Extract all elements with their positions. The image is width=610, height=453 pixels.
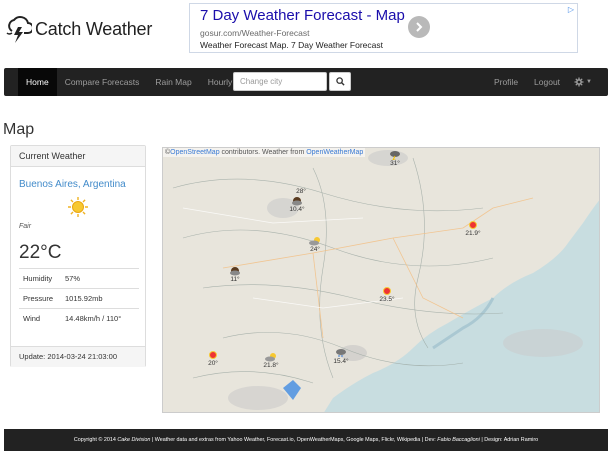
- storm-icon: [390, 151, 400, 160]
- cloud-lightning-icon: [6, 16, 32, 43]
- update-timestamp: Update: 2014-03-24 21:03:00: [11, 346, 145, 367]
- sun-cloud-icon: [265, 353, 276, 362]
- marker-temp: 23.5°: [379, 296, 395, 303]
- map-marker[interactable]: 21.9°: [459, 220, 487, 237]
- humidity-value: 57%: [61, 268, 139, 289]
- page-title: Map: [3, 121, 35, 138]
- settings-dropdown[interactable]: ▼: [568, 68, 598, 96]
- sun-icon: [209, 351, 217, 359]
- humidity-label: Humidity: [19, 268, 61, 289]
- map-marker[interactable]: 10.4°: [283, 196, 311, 213]
- owm-link[interactable]: OpenWeatherMap: [306, 149, 363, 156]
- temperature: 22°C: [19, 242, 62, 263]
- weather-details-table: Humidity 57% Pressure 1015.92mb Wind 14.…: [19, 268, 139, 329]
- footer-copyright: Copyright © 2014: [73, 437, 118, 443]
- marker-temp: 28°: [296, 188, 306, 195]
- ad-description: Weather Forecast Map. 7 Day Weather Fore…: [200, 40, 383, 50]
- moon-cloud-icon: [292, 197, 302, 206]
- sun-icon: [469, 221, 477, 229]
- map-marker[interactable]: 31°: [381, 150, 409, 167]
- main-navbar: Home Compare Forecasts Rain Map Hourly C…: [4, 68, 608, 96]
- marker-temp: 24°: [310, 246, 320, 253]
- ad-title[interactable]: 7 Day Weather Forecast - Map: [200, 7, 405, 24]
- panel-heading: Current Weather: [11, 146, 145, 167]
- condition-text: Fair: [19, 223, 32, 230]
- table-row: Humidity 57%: [19, 268, 139, 289]
- brand-logo[interactable]: Catch Weather: [4, 12, 154, 46]
- nav-rain-map[interactable]: Rain Map: [147, 68, 199, 96]
- rain-icon: [336, 349, 346, 357]
- map-marker[interactable]: 11°: [221, 266, 249, 283]
- pressure-label: Pressure: [19, 288, 61, 309]
- sun-cloud-icon: [309, 237, 320, 246]
- nav-profile[interactable]: Profile: [486, 68, 526, 96]
- footer-credits: | Weather data and extras from Yahoo Wea…: [150, 437, 438, 443]
- search-button[interactable]: [329, 72, 351, 91]
- search-icon: [335, 77, 345, 86]
- map-marker[interactable]: 20°: [199, 350, 227, 367]
- attribution-text: contributors. Weather from: [219, 149, 307, 156]
- footer-design: | Design: Adrian Ramiro: [479, 437, 539, 443]
- adchoices-icon[interactable]: ▷: [568, 5, 574, 14]
- ad-banner[interactable]: 7 Day Weather Forecast - Map gosur.com/W…: [189, 3, 578, 53]
- chevron-right-icon[interactable]: [408, 16, 430, 38]
- current-weather-panel: Current Weather Buenos Aires, Argentina …: [10, 145, 146, 367]
- map-marker[interactable]: 15.4°: [327, 348, 355, 365]
- table-row: Wind 14.48km/h / 110°: [19, 308, 139, 329]
- ad-url[interactable]: gosur.com/Weather-Forecast: [200, 28, 309, 38]
- table-row: Pressure 1015.92mb: [19, 288, 139, 309]
- marker-temp: 20°: [208, 360, 218, 367]
- marker-temp: 11°: [230, 276, 240, 283]
- wind-label: Wind: [19, 308, 61, 329]
- brand-name: Catch Weather: [35, 18, 153, 39]
- map-marker[interactable]: 24°: [301, 236, 329, 253]
- weather-map[interactable]: ©OpenStreetMap contributors. Weather fro…: [162, 147, 600, 413]
- map-marker[interactable]: 23.5°: [373, 286, 401, 303]
- caret-down-icon: ▼: [586, 79, 592, 85]
- footer-company-link[interactable]: Cake Division: [117, 437, 150, 443]
- marker-temp: 15.4°: [333, 358, 349, 365]
- marker-temp: 31°: [390, 160, 400, 167]
- pressure-value: 1015.92mb: [61, 288, 139, 309]
- marker-temp: 21.8°: [263, 362, 279, 369]
- sun-icon: [68, 197, 88, 217]
- map-marker[interactable]: 21.8°: [257, 352, 285, 369]
- wind-value: 14.48km/h / 110°: [61, 308, 139, 329]
- site-footer: Copyright © 2014 Cake Division | Weather…: [4, 429, 608, 451]
- city-link[interactable]: Buenos Aires, Argentina: [19, 179, 126, 190]
- map-attribution: ©OpenStreetMap contributors. Weather fro…: [163, 148, 366, 157]
- nav-compare-forecasts[interactable]: Compare Forecasts: [57, 68, 148, 96]
- gear-icon: [574, 77, 584, 87]
- marker-temp: 10.4°: [289, 206, 305, 213]
- marker-temp: 21.9°: [465, 230, 481, 237]
- city-search-input[interactable]: Change city: [233, 72, 327, 91]
- osm-link[interactable]: OpenStreetMap: [170, 149, 219, 156]
- footer-dev-link[interactable]: Fabio Baccaglioni: [437, 437, 480, 443]
- sun-icon: [383, 287, 391, 295]
- nav-home[interactable]: Home: [18, 68, 57, 96]
- nav-logout[interactable]: Logout: [526, 68, 568, 96]
- map-marker[interactable]: 28°: [287, 188, 315, 195]
- moon-cloud-icon: [230, 267, 240, 276]
